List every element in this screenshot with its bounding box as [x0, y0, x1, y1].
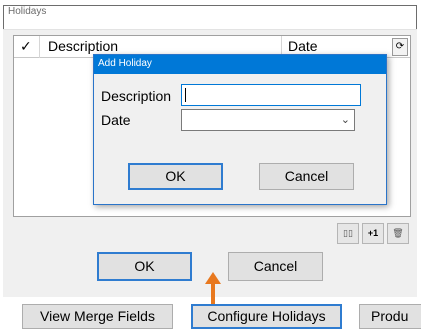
column-header-description[interactable]: Description — [48, 38, 118, 54]
arrow-up-icon — [205, 272, 221, 306]
holidays-window-title: Holidays — [8, 6, 47, 17]
calendar-icon[interactable]: ▯▯ — [337, 223, 359, 244]
description-label: Description — [101, 88, 172, 104]
text-caret — [185, 88, 186, 102]
refresh-icon[interactable]: ⟳ — [392, 38, 408, 56]
holidays-ok-button[interactable]: OK — [97, 252, 192, 281]
add-holiday-titlebar: Add Holiday — [94, 55, 386, 74]
view-merge-fields-button[interactable]: View Merge Fields — [22, 304, 173, 329]
add-holiday-dialog: Add Holiday Description Date ⌄ OK Cancel — [93, 54, 387, 205]
column-header-check[interactable]: ✓ — [20, 38, 32, 55]
description-input[interactable] — [181, 84, 361, 106]
holidays-cancel-button[interactable]: Cancel — [228, 252, 323, 281]
date-label: Date — [101, 112, 131, 128]
date-select[interactable]: ⌄ — [181, 109, 355, 131]
column-header-date[interactable]: Date — [288, 38, 318, 54]
chevron-down-icon[interactable]: ⌄ — [341, 113, 350, 126]
add-holiday-cancel-button[interactable]: Cancel — [259, 163, 354, 190]
trash-icon[interactable]: 🗑 — [387, 223, 409, 244]
add-holiday-ok-button[interactable]: OK — [128, 163, 223, 190]
plus-one-icon[interactable]: +1 — [362, 223, 384, 244]
produce-button[interactable]: Produ — [359, 304, 421, 329]
configure-holidays-button[interactable]: Configure Holidays — [191, 304, 342, 329]
add-holiday-title: Add Holiday — [98, 58, 152, 69]
